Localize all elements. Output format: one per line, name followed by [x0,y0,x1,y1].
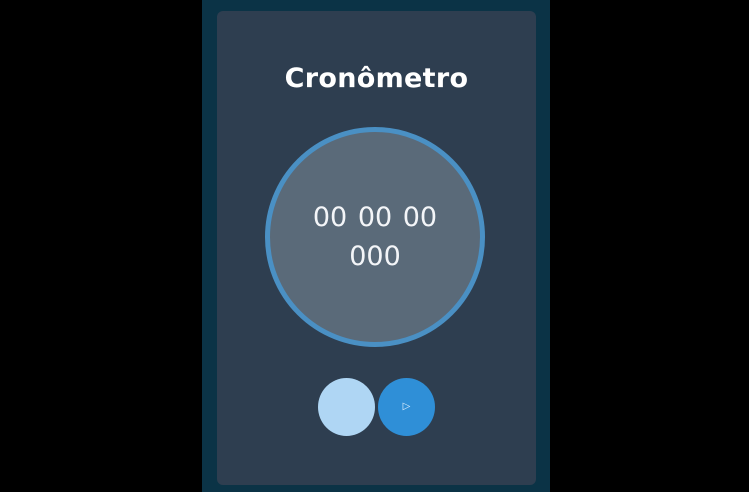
page-title: Cronômetro [284,63,469,94]
timer-dial: 00 00 00 000 [265,127,485,347]
screen: Cronômetro 00 00 00 000 ▷ [0,0,749,492]
play-button[interactable]: ▷ [378,378,435,436]
timer-display: 00 00 00 000 [312,202,438,272]
play-icon: ▷ [402,401,411,412]
reset-button[interactable] [318,378,375,436]
